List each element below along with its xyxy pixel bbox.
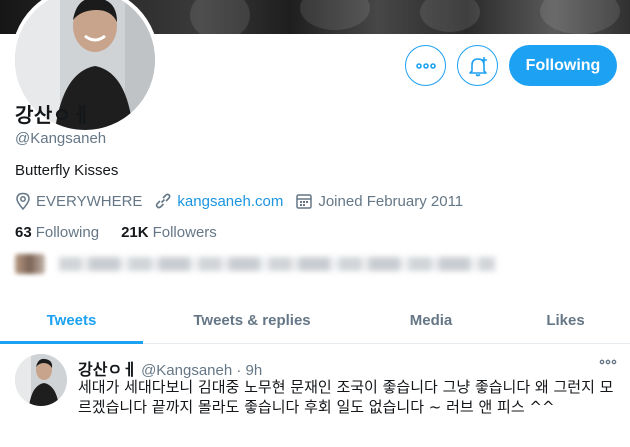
tweet-item[interactable]: 강산ㅇㅔ @Kangsaneh · 9h 세대가 세대다보니 김대중 노무현 문… <box>0 344 630 447</box>
profile-bio: Butterfly Kisses <box>15 162 119 179</box>
link-icon <box>156 193 171 209</box>
profile-meta: EVERYWHERE kangsaneh.com Joined February… <box>15 192 475 210</box>
tab-media[interactable]: Media <box>361 297 501 343</box>
followers-label: Followers <box>152 224 217 241</box>
profile-name: 강산ㅇㅔ <box>15 103 91 127</box>
tab-tweets[interactable]: Tweets <box>0 297 143 344</box>
following-stat[interactable]: 63 Following <box>15 224 99 241</box>
more-dots-icon <box>599 359 617 365</box>
more-dots-icon <box>415 62 436 69</box>
following-label: Following <box>35 224 100 241</box>
tab-tweets-replies[interactable]: Tweets & replies <box>143 297 361 343</box>
joined-item: Joined February 2011 <box>295 192 463 210</box>
following-button[interactable]: Following <box>509 45 617 86</box>
website-link[interactable]: kangsaneh.com <box>177 193 283 210</box>
followers-stat[interactable]: 21K Followers <box>121 224 217 241</box>
profile-handle: @Kangsaneh <box>15 130 107 147</box>
tweet-avatar-photo <box>15 354 67 406</box>
location-pin-icon <box>16 192 30 210</box>
profile-stats: 63 Following 21K Followers <box>15 224 239 241</box>
location-text: EVERYWHERE <box>36 192 143 210</box>
tweet-avatar[interactable] <box>15 354 67 406</box>
website-item[interactable]: kangsaneh.com <box>154 192 283 210</box>
followers-count: 21K <box>121 224 149 241</box>
bell-plus-icon <box>468 56 487 76</box>
profile-tabs: Tweets Tweets & replies Media Likes <box>0 297 630 344</box>
joined-text: Joined February 2011 <box>318 192 464 210</box>
blurred-followed-by <box>15 254 495 274</box>
tweet-more-button[interactable] <box>597 354 619 370</box>
blurred-avatar <box>15 254 45 274</box>
notifications-button[interactable] <box>457 45 498 86</box>
tab-likes[interactable]: Likes <box>501 297 630 343</box>
location-item: EVERYWHERE <box>15 192 142 210</box>
following-count: 63 <box>15 224 32 241</box>
blurred-text <box>59 257 495 271</box>
calendar-icon <box>296 194 313 209</box>
tweet-text: 세대가 세대다보니 김대중 노무현 문재인 조국이 좋습니다 그냥 좋습니다 왜… <box>78 378 614 416</box>
more-options-button[interactable] <box>405 45 446 86</box>
